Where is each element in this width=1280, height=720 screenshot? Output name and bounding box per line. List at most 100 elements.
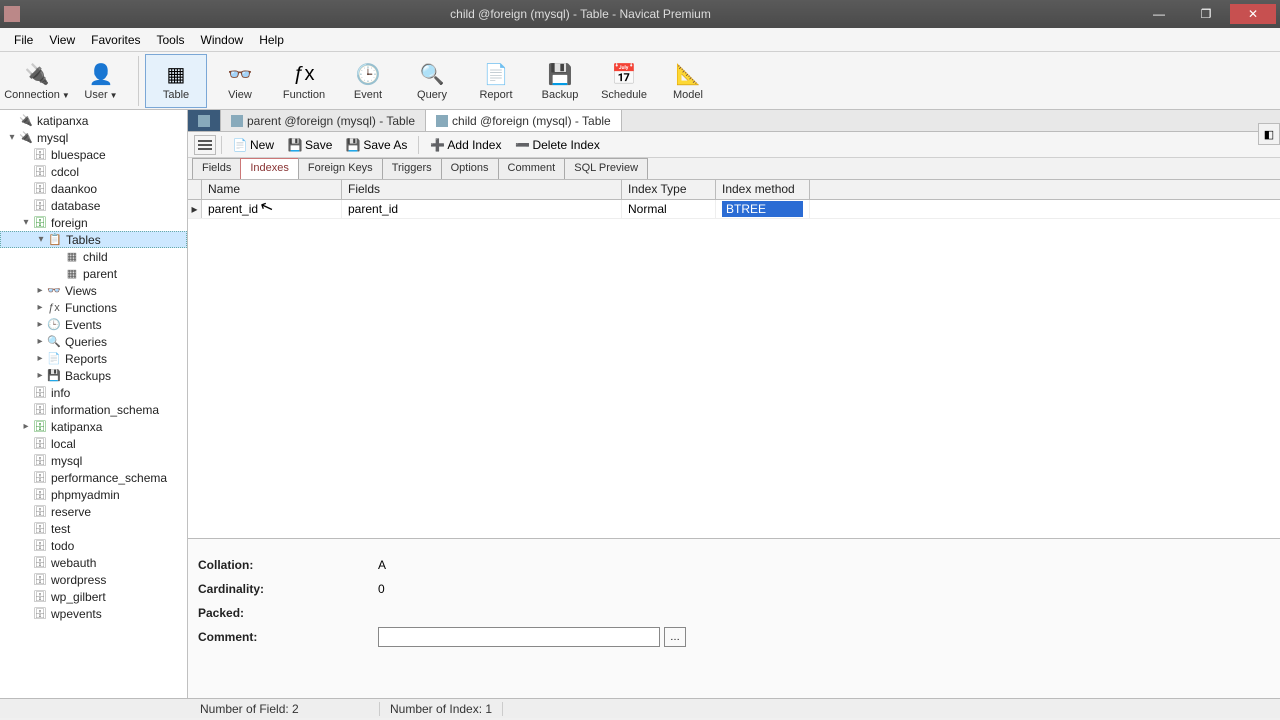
tree-item-daankoo[interactable]: 🗄daankoo: [0, 180, 187, 197]
minimize-button[interactable]: —: [1136, 4, 1182, 24]
tree-node-label: Queries: [65, 335, 107, 349]
tree-toggle-icon[interactable]: ▸: [34, 319, 46, 330]
save-as-button[interactable]: 💾Save As: [340, 136, 413, 154]
tab-icon: [436, 115, 448, 127]
header-fields[interactable]: Fields: [342, 180, 622, 199]
tree-item-katipanxa[interactable]: 🔌katipanxa: [0, 112, 187, 129]
main-toolbar: 🔌Connection▼👤User▼▦Table👓ViewƒxFunction🕒…: [0, 52, 1280, 110]
tool-label: Model: [673, 89, 703, 101]
designer-tab-options[interactable]: Options: [441, 158, 499, 179]
menu-window[interactable]: Window: [193, 30, 252, 50]
tool-table-button[interactable]: ▦Table: [145, 54, 207, 108]
tool-event-button[interactable]: 🕒Event: [337, 54, 399, 108]
tree-node-label: todo: [51, 539, 74, 553]
tree-node-icon: ▦: [64, 250, 80, 264]
tree-toggle-icon[interactable]: ▸: [34, 302, 46, 313]
tool-schedule-button[interactable]: 📅Schedule: [593, 54, 655, 108]
tree-item-reports[interactable]: ▸📄Reports: [0, 350, 187, 367]
tree-item-information_schema[interactable]: 🗄information_schema: [0, 401, 187, 418]
menu-tools[interactable]: Tools: [149, 30, 193, 50]
menu-button[interactable]: [194, 135, 216, 155]
tool-connection-button[interactable]: 🔌Connection▼: [6, 54, 68, 108]
new-button[interactable]: 📄New: [227, 136, 280, 154]
menu-file[interactable]: File: [6, 30, 41, 50]
tree-item-test[interactable]: 🗄test: [0, 520, 187, 537]
tree-toggle-icon[interactable]: ▸: [34, 336, 46, 347]
designer-tab-indexes[interactable]: Indexes: [240, 158, 299, 179]
tree-node-icon: 🗄: [32, 182, 48, 196]
tree-item-bluespace[interactable]: 🗄bluespace: [0, 146, 187, 163]
designer-tab-foreign-keys[interactable]: Foreign Keys: [298, 158, 383, 179]
cell-name[interactable]: parent_id: [202, 200, 342, 218]
tool-function-button[interactable]: ƒxFunction: [273, 54, 335, 108]
add-index-button[interactable]: ➕Add Index: [424, 136, 507, 154]
tree-item-tables[interactable]: ▾📋Tables: [0, 231, 187, 248]
close-button[interactable]: ✕: [1230, 4, 1276, 24]
cell-fields[interactable]: parent_id: [342, 200, 622, 218]
tree-item-queries[interactable]: ▸🔍Queries: [0, 333, 187, 350]
save-button[interactable]: 💾Save: [282, 136, 338, 154]
tree-item-child[interactable]: ▦child: [0, 248, 187, 265]
tree-item-parent[interactable]: ▦parent: [0, 265, 187, 282]
side-panel-toggle[interactable]: ◧: [1258, 123, 1280, 145]
tool-user-button[interactable]: 👤User▼: [70, 54, 132, 108]
designer-tab-comment[interactable]: Comment: [498, 158, 566, 179]
tree-node-label: performance_schema: [51, 471, 167, 485]
comment-input[interactable]: [378, 627, 660, 647]
tool-backup-button[interactable]: 💾Backup: [529, 54, 591, 108]
tree-item-wp_gilbert[interactable]: 🗄wp_gilbert: [0, 588, 187, 605]
tree-toggle-icon[interactable]: ▾: [20, 217, 32, 228]
tree-item-functions[interactable]: ▸ƒxFunctions: [0, 299, 187, 316]
tree-item-info[interactable]: 🗄info: [0, 384, 187, 401]
doc-tab[interactable]: parent @foreign (mysql) - Table: [221, 110, 426, 131]
tool-model-button[interactable]: 📐Model: [657, 54, 719, 108]
menu-favorites[interactable]: Favorites: [83, 30, 148, 50]
tool-view-button[interactable]: 👓View: [209, 54, 271, 108]
tree-item-backups[interactable]: ▸💾Backups: [0, 367, 187, 384]
tree-toggle-icon[interactable]: ▸: [34, 285, 46, 296]
tree-toggle-icon[interactable]: ▸: [20, 421, 32, 432]
header-index-type[interactable]: Index Type: [622, 180, 716, 199]
comment-more-button[interactable]: …: [664, 627, 686, 647]
maximize-button[interactable]: ❐: [1183, 4, 1229, 24]
tree-item-reserve[interactable]: 🗄reserve: [0, 503, 187, 520]
cell-index-type[interactable]: Normal: [622, 200, 716, 218]
tree-item-performance_schema[interactable]: 🗄performance_schema: [0, 469, 187, 486]
tree-item-mysql[interactable]: 🗄mysql: [0, 452, 187, 469]
tree-toggle-icon[interactable]: ▾: [35, 234, 47, 245]
tree-item-events[interactable]: ▸🕒Events: [0, 316, 187, 333]
tree-toggle-icon[interactable]: ▾: [6, 132, 18, 143]
tool-label: Table: [163, 89, 189, 101]
tree-item-local[interactable]: 🗄local: [0, 435, 187, 452]
cell-index-method[interactable]: BTREE: [716, 200, 810, 218]
designer-tab-fields[interactable]: Fields: [192, 158, 241, 179]
doc-tab[interactable]: [188, 110, 221, 131]
tree-item-todo[interactable]: 🗄todo: [0, 537, 187, 554]
header-name[interactable]: Name: [202, 180, 342, 199]
cell-index-method-value[interactable]: BTREE: [722, 201, 803, 217]
tree-item-cdcol[interactable]: 🗄cdcol: [0, 163, 187, 180]
tree-item-mysql[interactable]: ▾🔌mysql: [0, 129, 187, 146]
menu-view[interactable]: View: [41, 30, 83, 50]
tree-item-foreign[interactable]: ▾🗄foreign: [0, 214, 187, 231]
designer-tab-sql-preview[interactable]: SQL Preview: [564, 158, 648, 179]
tool-report-button[interactable]: 📄Report: [465, 54, 527, 108]
grid-row[interactable]: ▸ parent_id parent_id Normal BTREE: [188, 200, 1280, 219]
tree-toggle-icon[interactable]: ▸: [34, 353, 46, 364]
delete-index-button[interactable]: ➖Delete Index: [509, 136, 605, 154]
menu-help[interactable]: Help: [251, 30, 292, 50]
tree-item-wordpress[interactable]: 🗄wordpress: [0, 571, 187, 588]
tool-query-button[interactable]: 🔍Query: [401, 54, 463, 108]
tree-item-wpevents[interactable]: 🗄wpevents: [0, 605, 187, 622]
tree-item-phpmyadmin[interactable]: 🗄phpmyadmin: [0, 486, 187, 503]
tree-item-views[interactable]: ▸👓Views: [0, 282, 187, 299]
connection-tree[interactable]: 🔌katipanxa▾🔌mysql🗄bluespace🗄cdcol🗄daanko…: [0, 110, 188, 698]
header-index-method[interactable]: Index method: [716, 180, 810, 199]
tree-item-katipanxa[interactable]: ▸🗄katipanxa: [0, 418, 187, 435]
tree-toggle-icon[interactable]: ▸: [34, 370, 46, 381]
index-grid[interactable]: Name Fields Index Type Index method ▸ pa…: [188, 180, 1280, 538]
tree-item-database[interactable]: 🗄database: [0, 197, 187, 214]
doc-tab[interactable]: child @foreign (mysql) - Table: [426, 110, 622, 131]
tree-item-webauth[interactable]: 🗄webauth: [0, 554, 187, 571]
designer-tab-triggers[interactable]: Triggers: [382, 158, 442, 179]
